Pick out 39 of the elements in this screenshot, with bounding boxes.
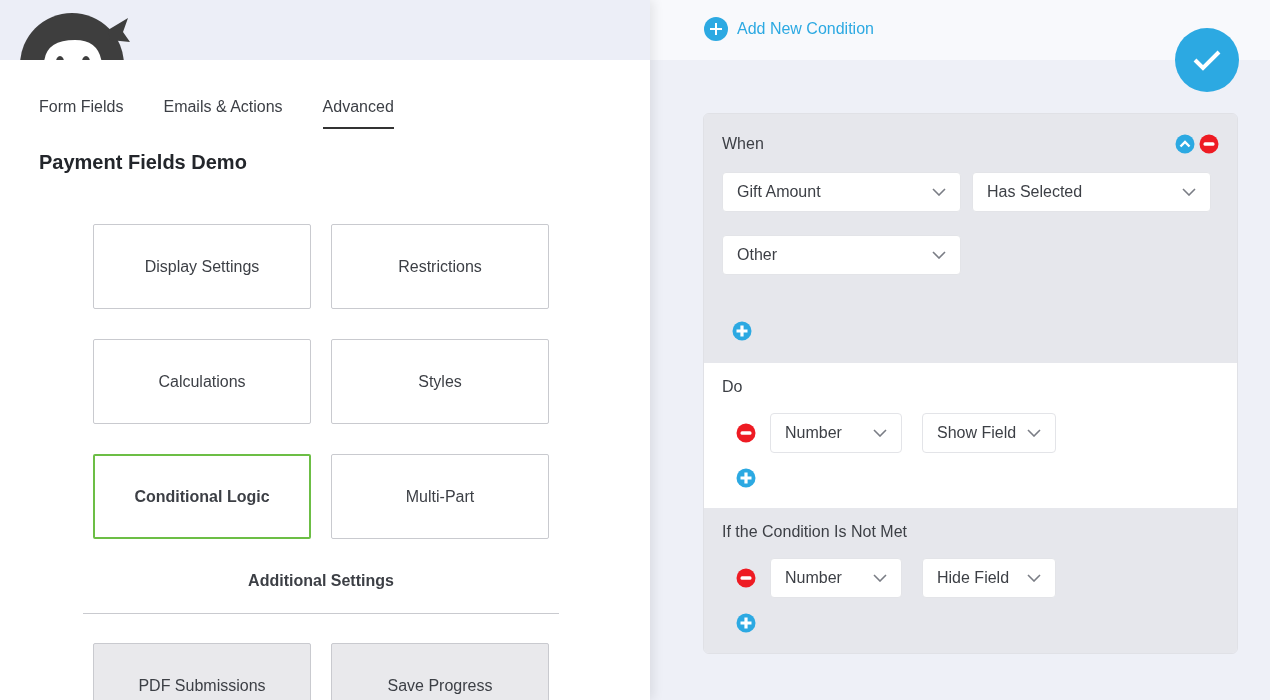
add-icon[interactable] [732,321,752,341]
add-icon[interactable] [736,613,756,633]
dropdown[interactable]: Has Selected [972,172,1211,212]
remove-icon[interactable] [736,423,756,443]
settings-tile[interactable]: Save Progress [331,643,549,700]
remove-icon[interactable] [736,568,756,588]
tab[interactable]: Emails & Actions [163,95,283,129]
chevron-icon [1027,574,1041,582]
tab[interactable]: Form Fields [39,95,124,129]
section-heading: Additional Settings [83,569,559,614]
dropdown[interactable]: Other [722,235,961,275]
dropdown[interactable]: Number [770,558,902,598]
settings-tile[interactable]: Restrictions [331,224,549,309]
chevron-icon [1027,429,1041,437]
chevron-icon [932,251,946,259]
chevron-icon [873,429,887,437]
settings-tile[interactable]: Calculations [93,339,311,424]
settings-tile[interactable]: Multi-Part [331,454,549,539]
settings-tile[interactable]: Styles [331,339,549,424]
section-label: Do [722,377,744,397]
chevron-icon [932,188,946,196]
settings-tile[interactable]: PDF Submissions [93,643,311,700]
add-icon[interactable] [736,468,756,488]
settings-tile[interactable]: Conditional Logic [93,454,311,539]
dropdown[interactable]: Number [770,413,902,453]
check-icon [1192,48,1222,72]
section-label: When [722,134,764,154]
remove-icon[interactable] [1199,134,1219,154]
collapse-icon[interactable] [1175,134,1195,154]
section-label: If the Condition Is Not Met [722,522,908,542]
dropdown[interactable]: Gift Amount [722,172,961,212]
dropdown[interactable]: Show Field [922,413,1056,453]
form-title: Payment Fields Demo [38,150,248,175]
tab[interactable]: Advanced [322,95,394,129]
chevron-icon [1182,188,1196,196]
chevron-icon [873,574,887,582]
add-icon [704,17,728,41]
dropdown[interactable]: Hide Field [922,558,1056,598]
settings-tile[interactable]: Display Settings [93,224,311,309]
